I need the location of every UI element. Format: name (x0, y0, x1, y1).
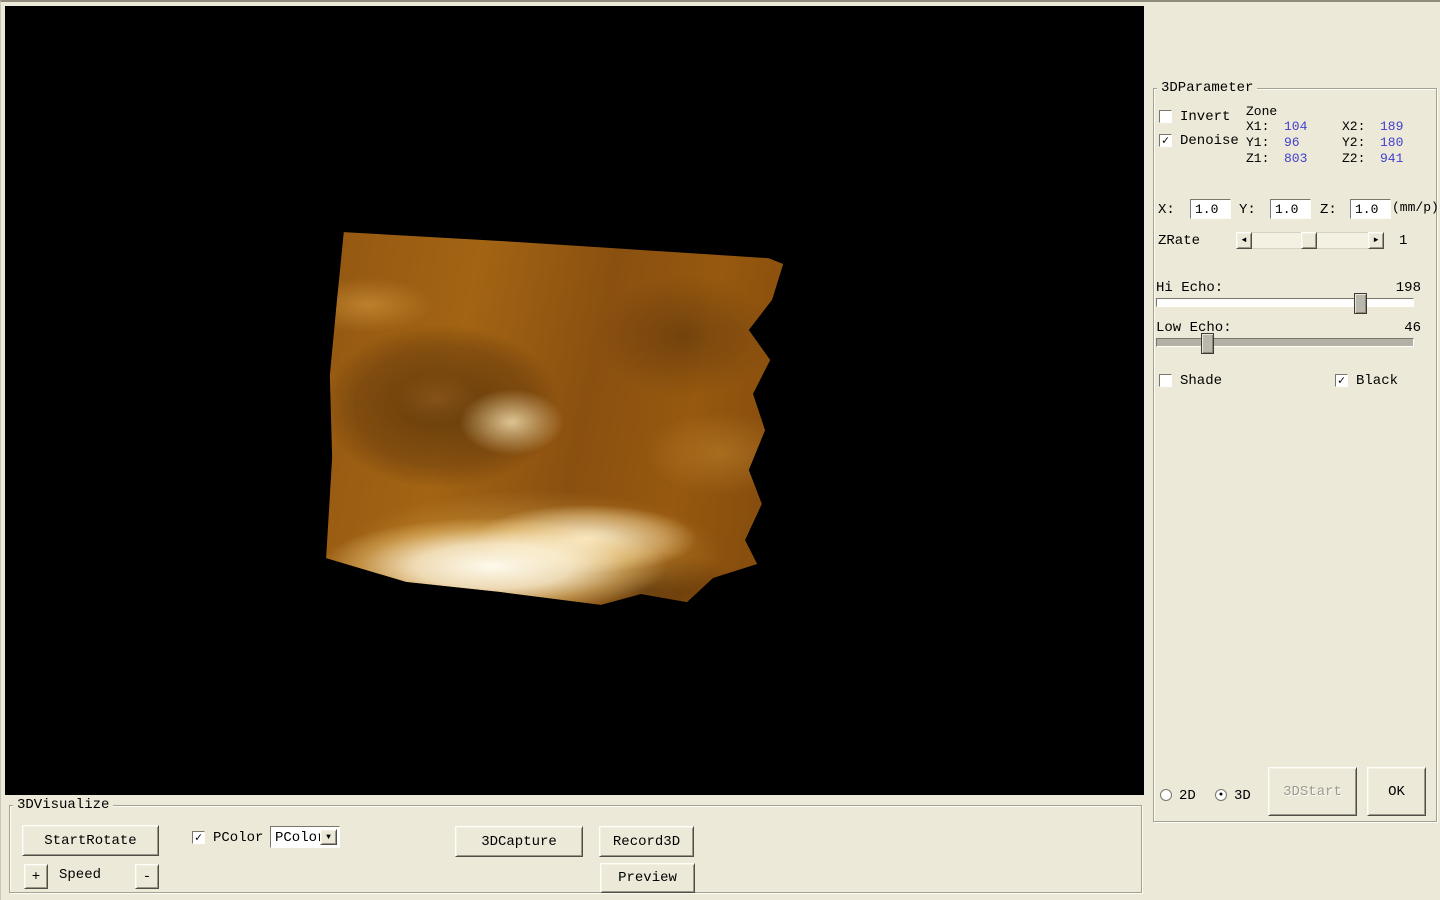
low-echo-label: Low Echo: (1156, 320, 1232, 336)
zrate-left-arrow-button[interactable]: ◄ (1236, 232, 1252, 249)
scale-y-label: Y: (1239, 202, 1256, 218)
scale-z-input[interactable] (1350, 199, 1391, 219)
scale-z-label: Z: (1320, 202, 1337, 218)
zone-x2-label: X2: (1342, 119, 1366, 134)
parameter-groupbox: 3DParameter Invert ✓ Denoise Zone X1: 10… (1153, 80, 1439, 822)
start-rotate-button[interactable]: StartRotate (22, 825, 159, 856)
zone-z2-label: Z2: (1342, 151, 1366, 166)
scale-y-input[interactable] (1270, 199, 1311, 219)
radio-dot-icon: ● (1218, 790, 1224, 799)
zrate-scrollbar-thumb[interactable] (1301, 232, 1317, 249)
pcolor-dropdown-arrow-button[interactable]: ▼ (320, 829, 337, 845)
scale-unit-label: (mm/p) (1392, 200, 1439, 215)
parameter-groupbox-title: 3DParameter (1157, 80, 1258, 96)
scale-x-input[interactable] (1190, 199, 1231, 219)
preview-button[interactable]: Preview (600, 863, 695, 893)
check-icon: ✓ (1161, 134, 1170, 148)
speed-plus-button[interactable]: + (24, 864, 48, 889)
zone-x2-value: 189 (1380, 119, 1404, 134)
mode-2d-label: 2D (1179, 788, 1196, 804)
hi-echo-label: Hi Echo: (1156, 280, 1224, 296)
black-label: Black (1356, 373, 1399, 389)
hi-echo-slider-track[interactable] (1156, 298, 1414, 307)
visualize-groupbox-title: 3DVisualize (13, 797, 114, 813)
render-viewport[interactable] (5, 6, 1144, 795)
record-3d-button[interactable]: Record3D (599, 826, 694, 857)
zone-y1-value: 96 (1284, 135, 1300, 150)
app-window: 3DParameter Invert ✓ Denoise Zone X1: 10… (0, 0, 1440, 900)
zrate-label: ZRate (1158, 233, 1201, 249)
zone-y1-label: Y1: (1246, 135, 1270, 150)
zone-y2-value: 180 (1380, 135, 1404, 150)
shade-checkbox[interactable] (1159, 374, 1172, 387)
zone-y2-label: Y2: (1342, 135, 1366, 150)
denoise-label: Denoise (1180, 133, 1239, 149)
hi-echo-value: 198 (1395, 280, 1421, 296)
black-checkbox[interactable]: ✓ (1335, 374, 1348, 387)
chevron-down-icon: ▼ (326, 832, 331, 842)
zone-x1-value: 104 (1284, 119, 1308, 134)
arrow-right-icon: ► (1373, 236, 1379, 245)
mode-2d-radio[interactable] (1160, 789, 1172, 801)
start-3d-button[interactable]: 3DStart (1268, 767, 1357, 816)
hi-echo-slider-thumb[interactable] (1354, 293, 1367, 314)
check-icon: ✓ (1337, 374, 1346, 388)
ok-button[interactable]: OK (1367, 767, 1426, 816)
low-echo-value: 46 (1404, 320, 1421, 336)
denoise-checkbox[interactable]: ✓ (1159, 134, 1172, 147)
visualize-groupbox: 3DVisualize StartRotate ✓ PColor PColor … (9, 797, 1142, 893)
pcolor-dropdown[interactable]: PColor ▼ (270, 826, 340, 848)
invert-checkbox[interactable] (1159, 110, 1172, 123)
pcolor-label: PColor (213, 830, 264, 846)
zone-z1-label: Z1: (1246, 151, 1270, 166)
shade-label: Shade (1180, 373, 1223, 389)
arrow-left-icon: ◄ (1241, 236, 1247, 245)
zrate-scrollbar[interactable]: ◄ ► (1236, 232, 1384, 249)
invert-label: Invert (1180, 109, 1231, 125)
low-echo-slider-thumb[interactable] (1201, 333, 1214, 354)
speed-label: Speed (59, 867, 102, 883)
mode-3d-label: 3D (1234, 788, 1251, 804)
zrate-value: 1 (1399, 233, 1408, 249)
low-echo-slider-track[interactable] (1156, 338, 1414, 347)
speed-minus-button[interactable]: - (135, 864, 159, 889)
zone-z2-value: 941 (1380, 151, 1404, 166)
ultrasound-volume-render (326, 232, 784, 605)
zone-z1-value: 803 (1284, 151, 1308, 166)
zone-title: Zone (1246, 104, 1278, 119)
check-icon: ✓ (194, 831, 203, 845)
zrate-right-arrow-button[interactable]: ► (1368, 232, 1384, 249)
capture-3d-button[interactable]: 3DCapture (455, 826, 583, 857)
pcolor-checkbox[interactable]: ✓ (192, 831, 205, 844)
mode-3d-radio[interactable]: ● (1215, 789, 1227, 801)
zone-x1-label: X1: (1246, 119, 1270, 134)
pcolor-dropdown-value: PColor (275, 830, 326, 846)
scale-x-label: X: (1158, 202, 1175, 218)
